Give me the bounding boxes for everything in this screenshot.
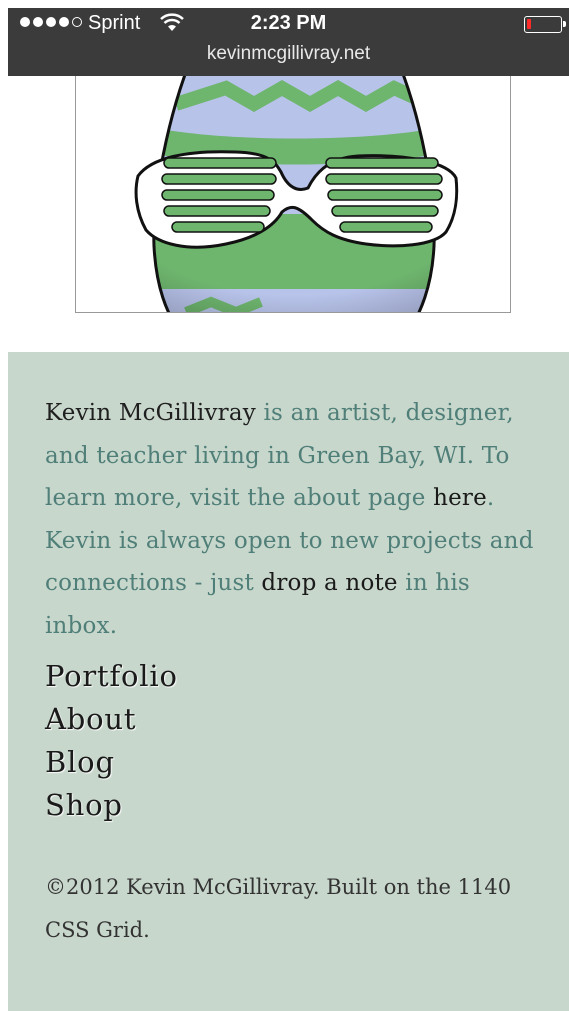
address-bar-url[interactable]: kevinmcgillivray.net [8,43,569,65]
battery-level [527,19,531,29]
battery-icon [524,16,566,33]
egg-with-shutter-shades-illustration [134,76,459,312]
artist-name: Kevin McGillivray [45,400,256,426]
site-nav: Portfolio About Blog Shop [45,655,178,827]
status-time: 2:23 PM [250,12,327,34]
bio-paragraph: Kevin McGillivray is an artist, designer… [45,392,535,647]
nav-link-about[interactable]: About [45,698,178,741]
status-row: Sprint 2:23 PM [8,12,569,38]
status-bar: Sprint 2:23 PM kevinmcgillivray.net [8,8,569,76]
nav-link-shop[interactable]: Shop [45,784,178,827]
about-here-link[interactable]: here [433,485,487,511]
nav-link-portfolio[interactable]: Portfolio [45,655,178,698]
drop-a-note-link[interactable]: drop a note [261,570,397,596]
hero-image [75,76,511,313]
nav-link-blog[interactable]: Blog [45,741,178,784]
about-section: Kevin McGillivray is an artist, designer… [8,352,569,1011]
copyright-footer: ©2012 Kevin McGillivray. Built on the 11… [45,875,512,942]
